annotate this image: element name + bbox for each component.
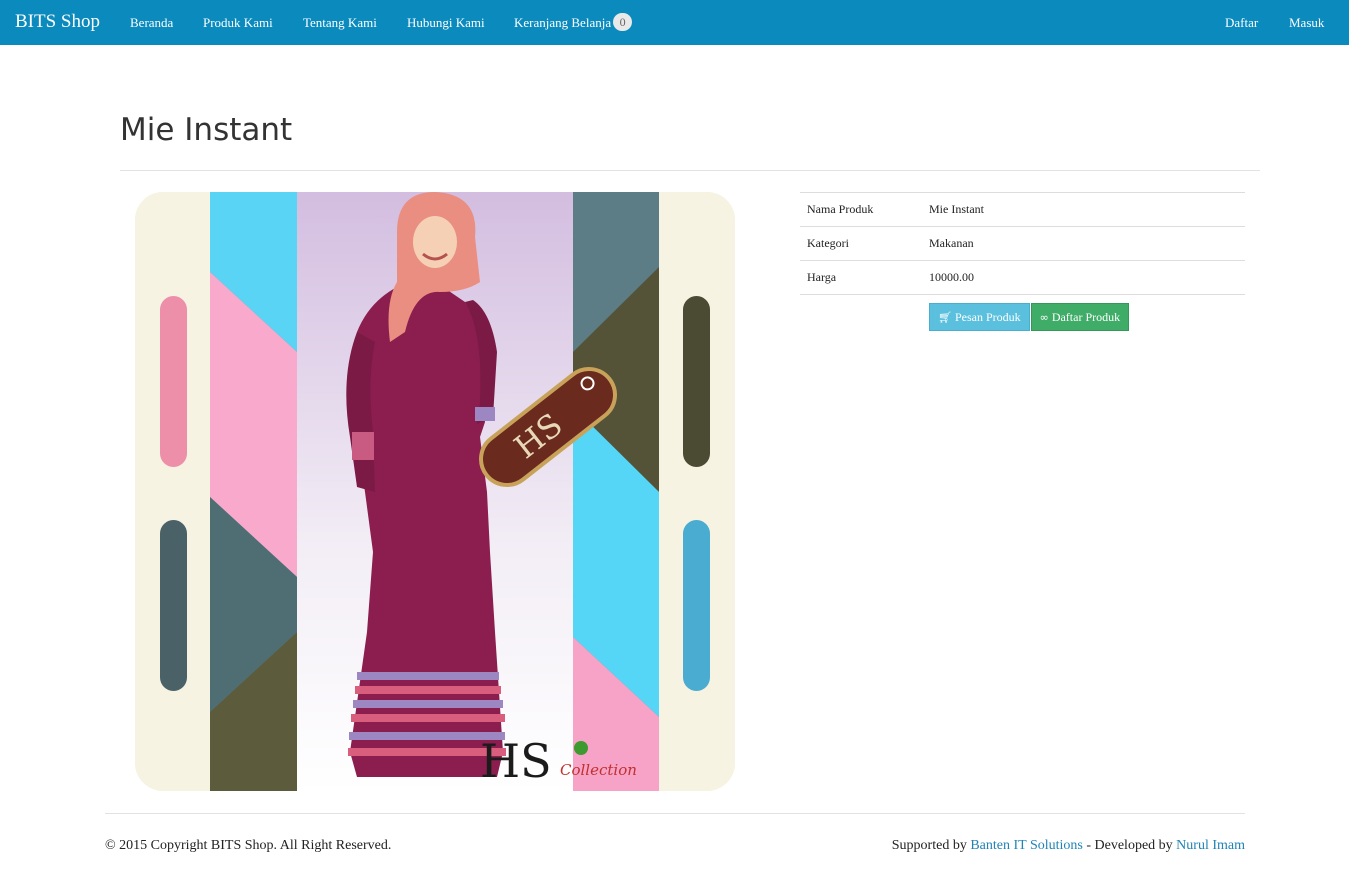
detail-value-category: Makanan bbox=[922, 226, 1245, 261]
product-list-button[interactable]: ∞ Daftar Produk bbox=[1030, 303, 1130, 331]
brand-link[interactable]: BITS Shop bbox=[15, 11, 100, 33]
nav-cart-label: Keranjang Belanja bbox=[514, 15, 612, 30]
order-product-button[interactable]: 🛒︎ Pesan Produk bbox=[929, 303, 1030, 331]
cart-count-badge: 0 bbox=[613, 13, 633, 31]
image-logo-subtext: Collection bbox=[560, 761, 637, 779]
nav-home[interactable]: Beranda bbox=[130, 15, 173, 31]
order-product-label: Pesan Produk bbox=[954, 310, 1021, 324]
supported-prefix: Supported by bbox=[891, 838, 967, 853]
table-row: Nama Produk Mie Instant bbox=[800, 192, 1245, 227]
link-icon: ∞ bbox=[1039, 311, 1049, 324]
detail-value-price: 10000.00 bbox=[922, 260, 1245, 295]
detail-label-category: Kategori bbox=[800, 226, 922, 261]
top-navbar: BITS Shop Beranda Produk Kami Tentang Ka… bbox=[0, 0, 1349, 45]
footer-copyright: © 2015 Copyright BITS Shop. All Right Re… bbox=[105, 838, 392, 853]
developed-prefix: - Developed by bbox=[1086, 838, 1173, 853]
cart-icon: 🛒︎ bbox=[938, 311, 952, 324]
page-title: Mie Instant bbox=[120, 112, 293, 148]
nav-products[interactable]: Produk Kami bbox=[203, 15, 273, 31]
nav-contact[interactable]: Hubungi Kami bbox=[407, 15, 485, 31]
detail-value-name: Mie Instant bbox=[922, 192, 1245, 227]
product-image: HS HS Collection bbox=[135, 192, 735, 791]
nav-register[interactable]: Daftar bbox=[1225, 15, 1258, 31]
product-list-label: Daftar Produk bbox=[1051, 310, 1121, 324]
table-row: Kategori Makanan bbox=[800, 226, 1245, 261]
nav-cart[interactable]: Keranjang Belanja 0 bbox=[514, 13, 633, 31]
product-detail-table: Nama Produk Mie Instant Kategori Makanan… bbox=[800, 192, 1245, 331]
developer-link[interactable]: Nurul Imam bbox=[1176, 838, 1245, 853]
footer-credits: Supported by Banten IT Solutions - Devel… bbox=[892, 838, 1245, 854]
supporter-link[interactable]: Banten IT Solutions bbox=[970, 838, 1083, 853]
image-logo-text: HS bbox=[480, 734, 552, 788]
detail-label-name: Nama Produk bbox=[800, 192, 922, 227]
table-row: Harga 10000.00 bbox=[800, 260, 1245, 295]
nav-login[interactable]: Masuk bbox=[1289, 15, 1324, 31]
table-row-actions: 🛒︎ Pesan Produk ∞ Daftar Produk bbox=[800, 294, 1245, 331]
detail-label-price: Harga bbox=[800, 260, 922, 295]
footer-divider bbox=[105, 813, 1245, 814]
nav-about[interactable]: Tentang Kami bbox=[303, 15, 377, 31]
title-divider bbox=[120, 170, 1260, 171]
